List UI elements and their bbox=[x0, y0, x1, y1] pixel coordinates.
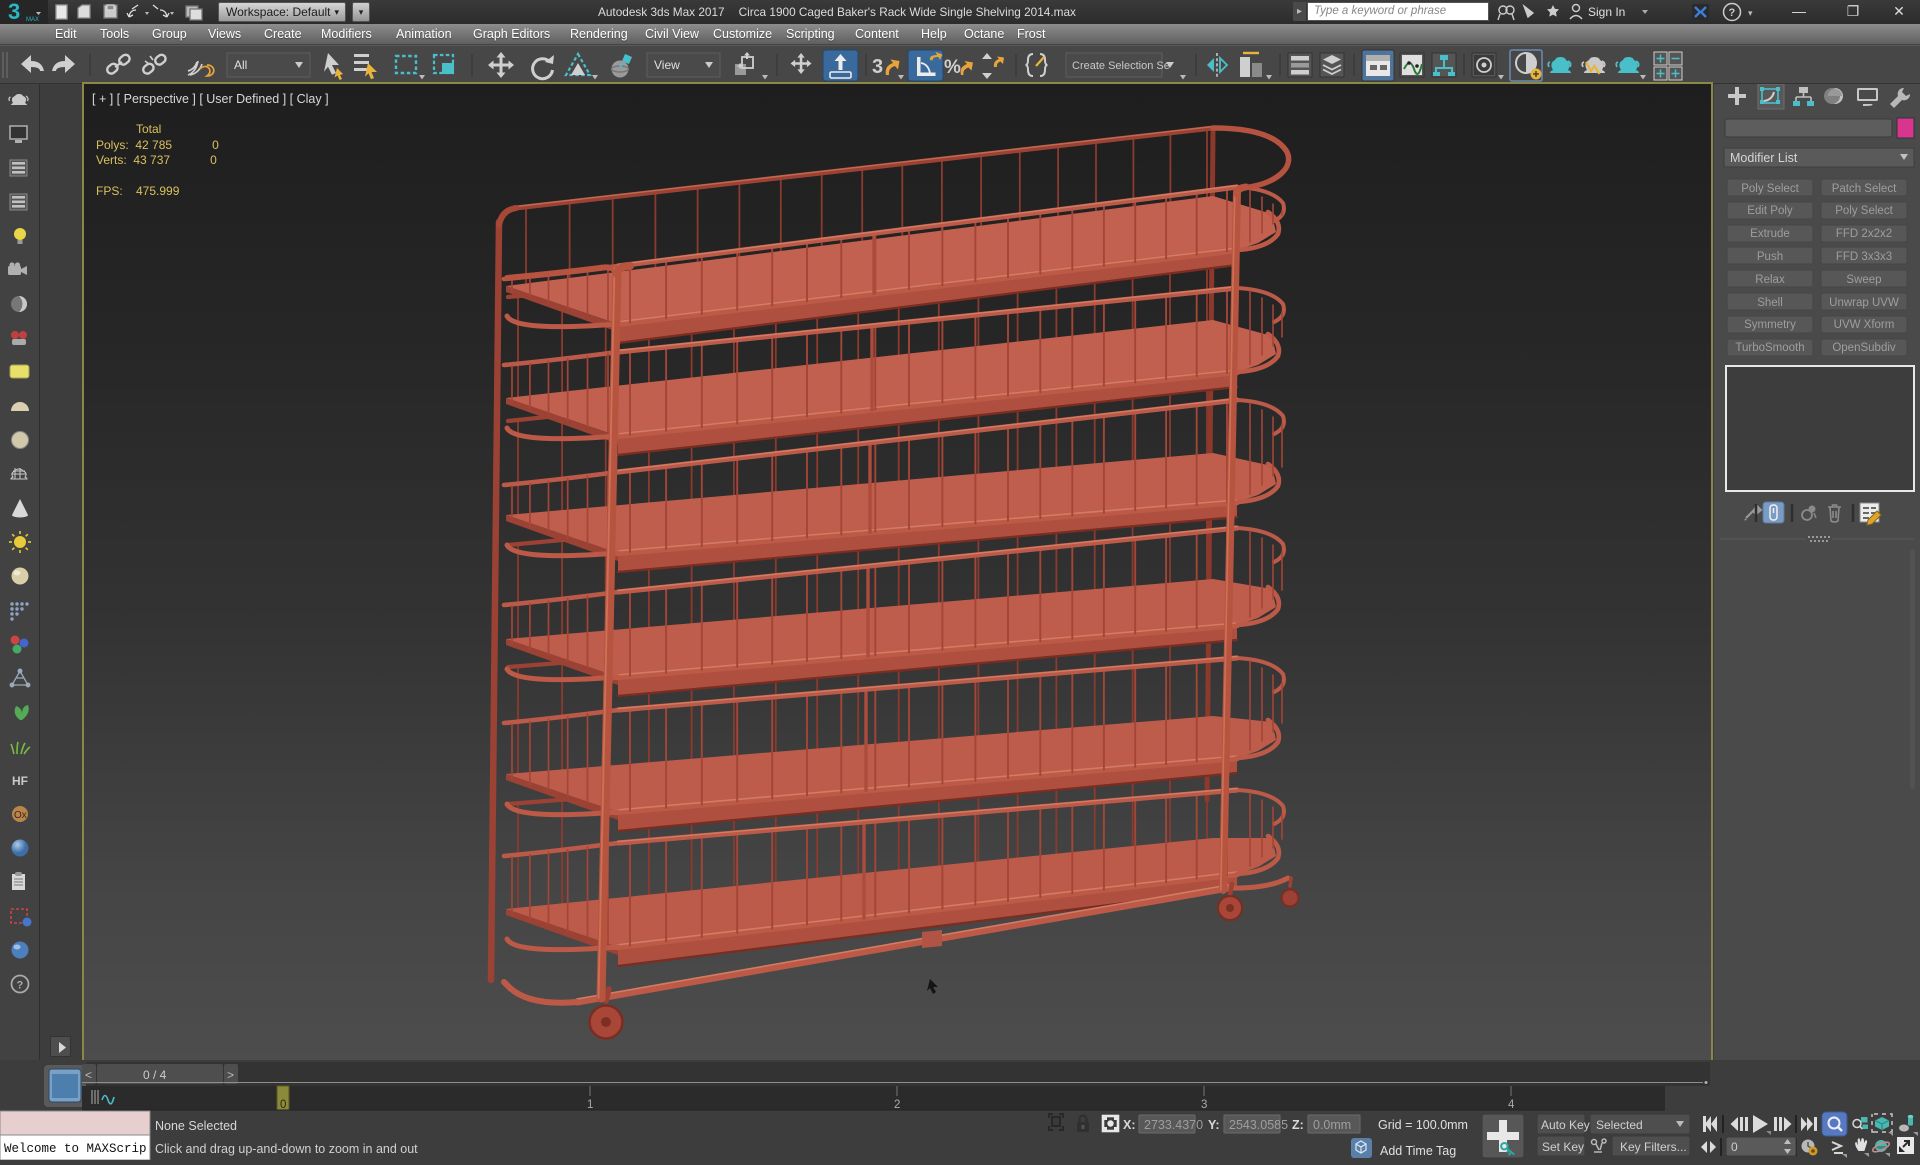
svg-text:Key Filters...: Key Filters... bbox=[1620, 1140, 1687, 1154]
svg-text:Welcome to MAXScrip: Welcome to MAXScrip bbox=[4, 1142, 147, 1156]
svg-text:Z:: Z: bbox=[1292, 1118, 1304, 1132]
svg-text:Shell: Shell bbox=[1757, 297, 1783, 309]
svg-text:MAX: MAX bbox=[26, 17, 39, 23]
svg-text:0.0mm: 0.0mm bbox=[1313, 1118, 1351, 1132]
svg-text:OpenSubdiv: OpenSubdiv bbox=[1832, 342, 1896, 354]
svg-text:Poly Select: Poly Select bbox=[1835, 205, 1893, 217]
svg-text:3: 3 bbox=[1201, 1099, 1207, 1111]
svg-text:View: View bbox=[654, 58, 680, 72]
svg-text:Modifier List: Modifier List bbox=[1730, 151, 1798, 165]
svg-text:2733.4370: 2733.4370 bbox=[1144, 1118, 1203, 1132]
svg-text:?: ? bbox=[1729, 7, 1736, 19]
svg-text:Extrude: Extrude bbox=[1750, 228, 1790, 240]
svg-text:>: > bbox=[227, 1068, 234, 1082]
svg-text:Patch Select: Patch Select bbox=[1832, 183, 1897, 195]
svg-text:1: 1 bbox=[587, 1099, 593, 1111]
svg-text:%: % bbox=[944, 57, 961, 78]
svg-text:Ox: Ox bbox=[14, 810, 27, 821]
svg-text:Relax: Relax bbox=[1755, 274, 1785, 286]
svg-text:Click and drag up-and-down to: Click and drag up-and-down to zoom in an… bbox=[155, 1142, 418, 1156]
svg-text:Set Key: Set Key bbox=[1542, 1140, 1584, 1154]
svg-text:HF: HF bbox=[12, 774, 28, 788]
svg-text:None Selected: None Selected bbox=[155, 1119, 237, 1133]
svg-text:0: 0 bbox=[280, 1099, 286, 1111]
svg-text:Poly Select: Poly Select bbox=[1741, 183, 1799, 195]
svg-text:Sign In: Sign In bbox=[1588, 5, 1625, 19]
svg-text:3: 3 bbox=[8, 0, 20, 24]
svg-text:3: 3 bbox=[872, 56, 883, 78]
svg-text:Edit Poly: Edit Poly bbox=[1747, 205, 1793, 217]
svg-text:Auto Key: Auto Key bbox=[1541, 1118, 1590, 1132]
svg-text:Grid = 100.0mm: Grid = 100.0mm bbox=[1378, 1118, 1468, 1132]
svg-text:Push: Push bbox=[1757, 251, 1783, 263]
svg-text:?: ? bbox=[17, 980, 24, 992]
svg-text:0 / 4: 0 / 4 bbox=[143, 1068, 167, 1082]
svg-text:Symmetry: Symmetry bbox=[1744, 319, 1796, 331]
svg-text:FFD 2x2x2: FFD 2x2x2 bbox=[1836, 228, 1892, 240]
svg-text:FFD 3x3x3: FFD 3x3x3 bbox=[1836, 251, 1892, 263]
svg-text:Add Time Tag: Add Time Tag bbox=[1380, 1144, 1456, 1158]
svg-text:TurboSmooth: TurboSmooth bbox=[1735, 342, 1804, 354]
svg-text:UVW Xform: UVW Xform bbox=[1834, 319, 1895, 331]
svg-text:Selected: Selected bbox=[1596, 1118, 1643, 1132]
svg-text:0: 0 bbox=[1731, 1140, 1738, 1154]
svg-text:All: All bbox=[234, 58, 247, 72]
svg-text:Create Selection Se: Create Selection Se bbox=[1072, 60, 1170, 72]
svg-text:Sweep: Sweep bbox=[1846, 274, 1881, 286]
svg-text:2543.0585: 2543.0585 bbox=[1229, 1118, 1288, 1132]
svg-text:Y:: Y: bbox=[1208, 1118, 1220, 1132]
svg-text:4: 4 bbox=[1508, 1099, 1515, 1111]
svg-text:2: 2 bbox=[894, 1099, 900, 1111]
svg-text:Unwrap UVW: Unwrap UVW bbox=[1829, 297, 1899, 309]
svg-text:X:: X: bbox=[1123, 1118, 1136, 1132]
svg-text:<: < bbox=[85, 1068, 92, 1082]
